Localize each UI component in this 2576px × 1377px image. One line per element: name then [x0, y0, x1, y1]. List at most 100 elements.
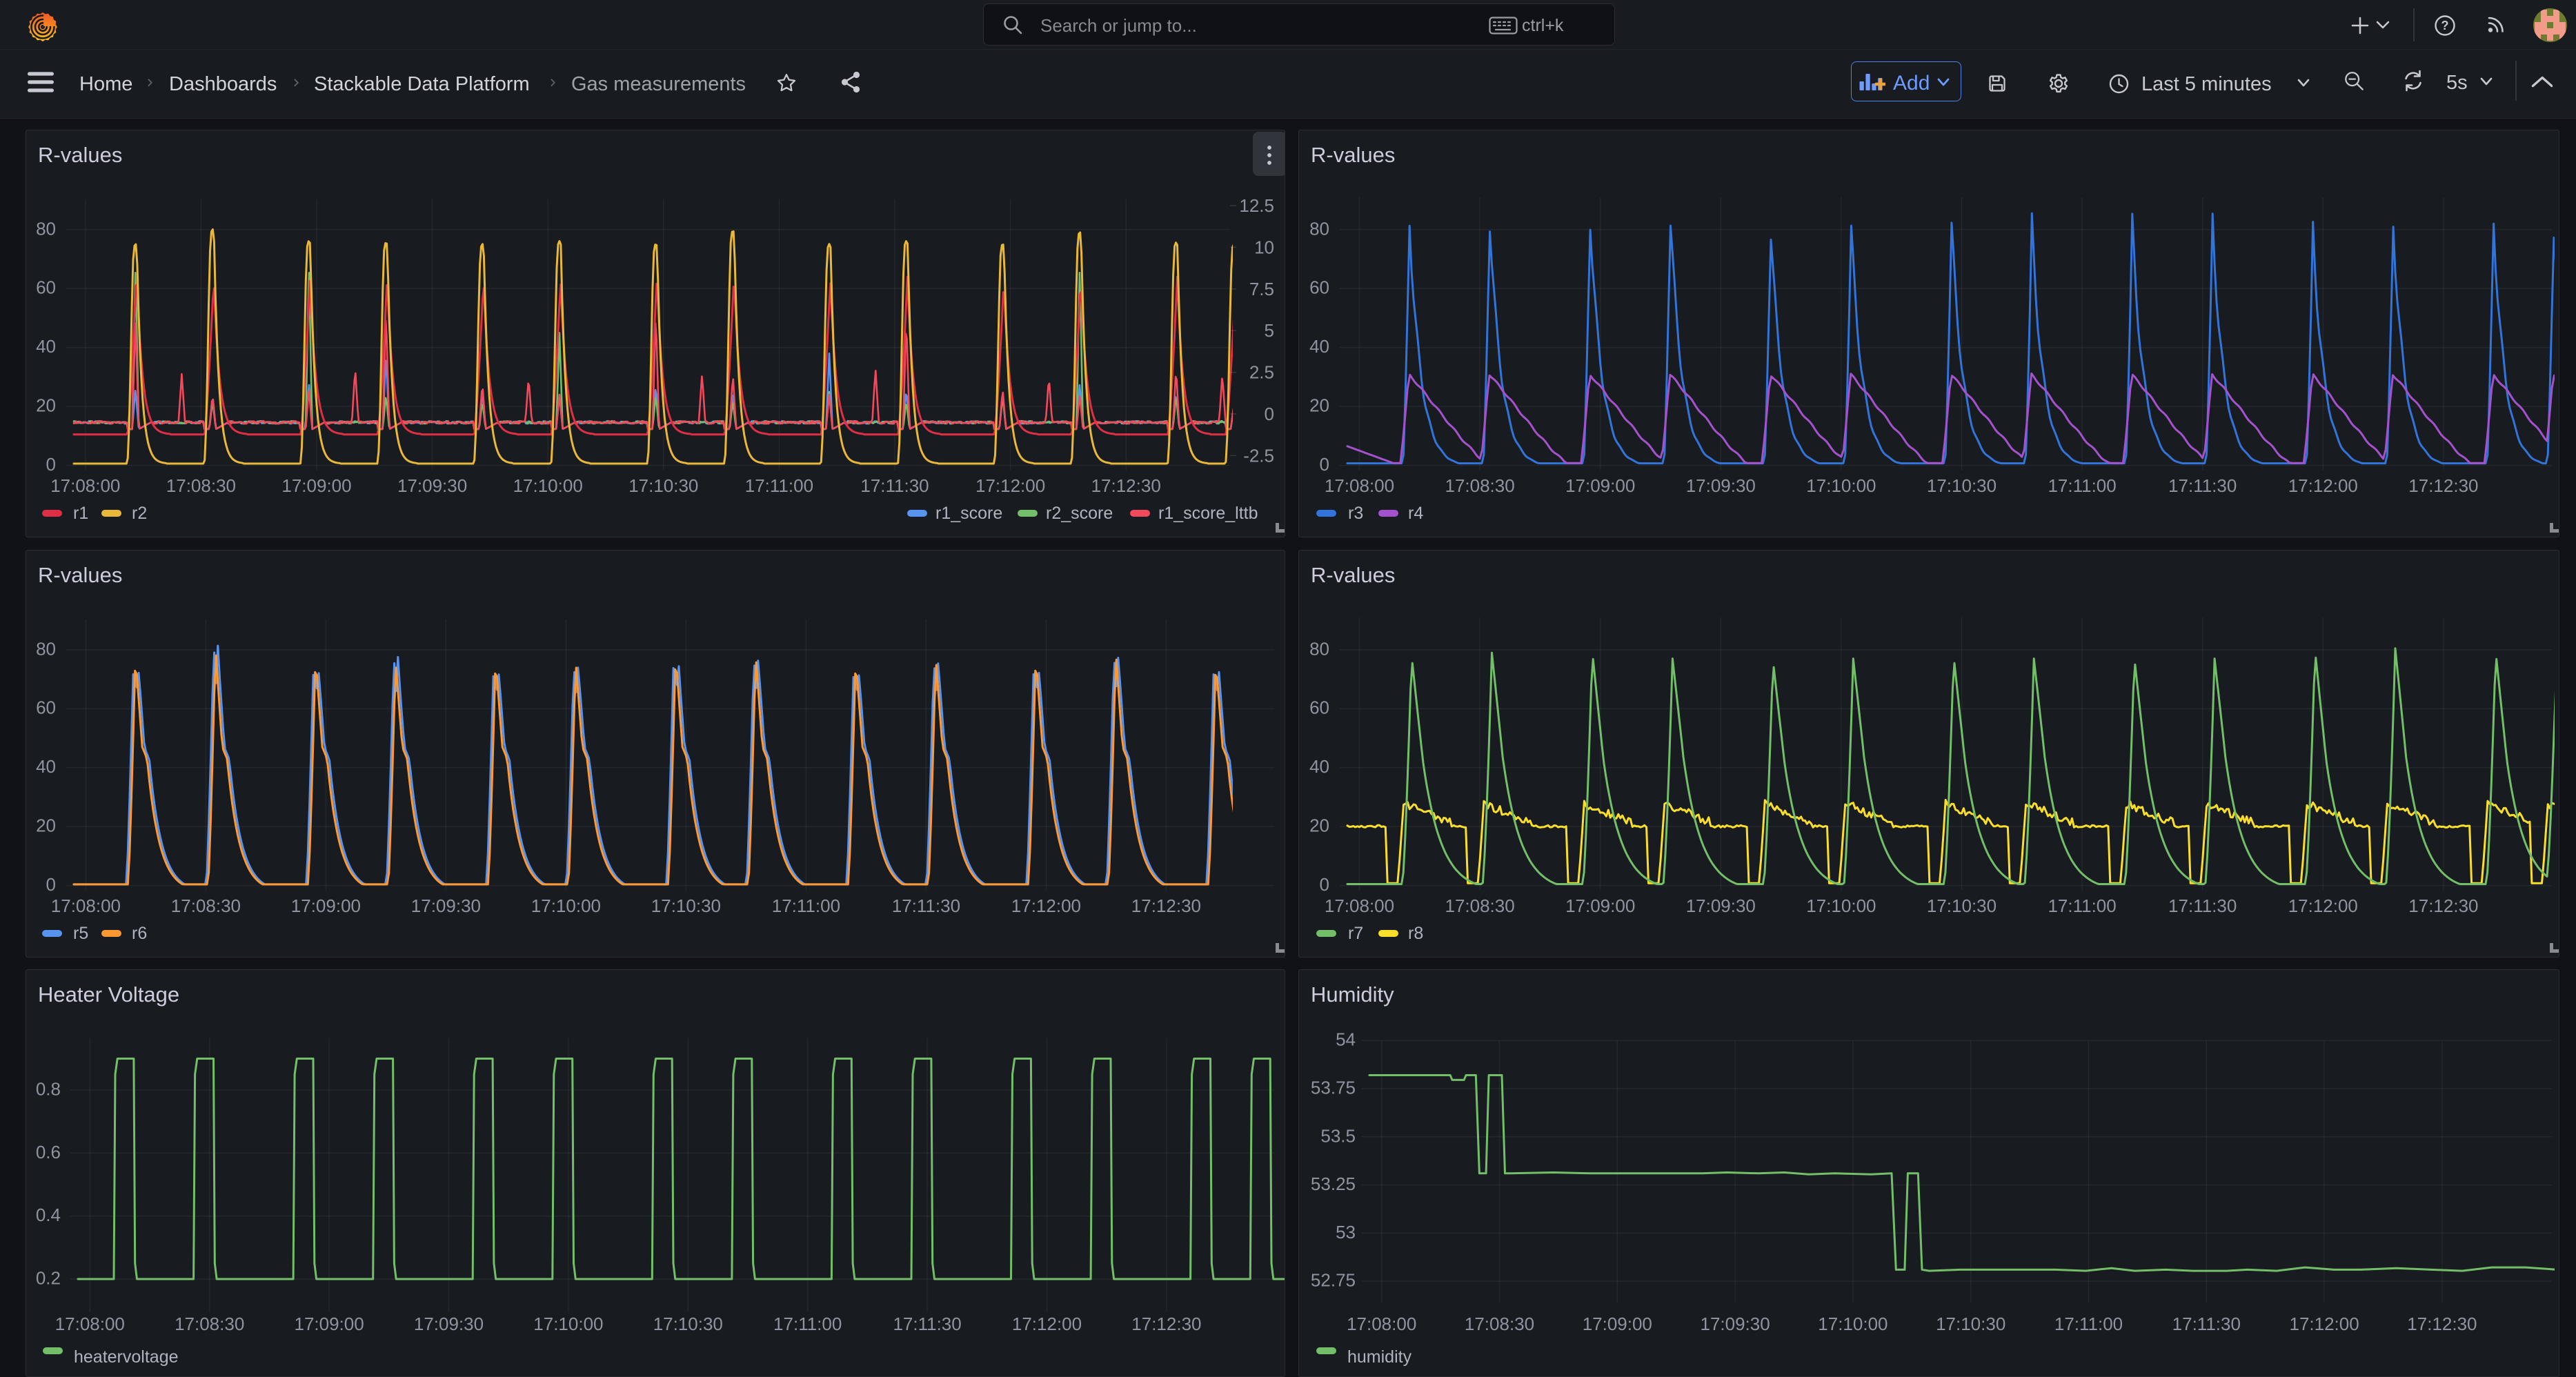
svg-text:17:10:00: 17:10:00: [1806, 895, 1876, 916]
svg-text:r6: r6: [132, 924, 147, 943]
svg-text:R-values: R-values: [38, 143, 122, 167]
svg-text:80: 80: [36, 638, 56, 659]
svg-text:17:09:00: 17:09:00: [1583, 1314, 1652, 1334]
svg-text:17:08:00: 17:08:00: [50, 475, 120, 496]
svg-text:Heater Voltage: Heater Voltage: [38, 982, 179, 1007]
svg-text:17:09:00: 17:09:00: [281, 475, 351, 496]
svg-text:53.75: 53.75: [1311, 1078, 1356, 1098]
svg-text:53: 53: [1336, 1222, 1356, 1242]
svg-text:0: 0: [1265, 404, 1274, 424]
svg-text:52.75: 52.75: [1311, 1270, 1356, 1291]
svg-text:r1_score: r1_score: [935, 504, 1002, 523]
svg-text:0.2: 0.2: [36, 1268, 61, 1289]
svg-text:0.6: 0.6: [36, 1142, 61, 1162]
svg-text:17:11:00: 17:11:00: [745, 475, 813, 496]
svg-text:2.5: 2.5: [1249, 362, 1274, 383]
svg-text:17:12:00: 17:12:00: [975, 475, 1045, 496]
svg-text:17:11:30: 17:11:30: [893, 1314, 961, 1334]
svg-text:17:08:00: 17:08:00: [51, 895, 121, 916]
svg-text:Humidity: Humidity: [1311, 982, 1394, 1007]
svg-text:17:12:00: 17:12:00: [2288, 475, 2358, 496]
svg-text:17:11:30: 17:11:30: [860, 475, 929, 496]
svg-text:17:10:30: 17:10:30: [1936, 1314, 2005, 1334]
svg-text:17:08:30: 17:08:30: [175, 1314, 244, 1334]
svg-text:80: 80: [1309, 638, 1329, 659]
svg-text:r4: r4: [1408, 504, 1423, 523]
svg-text:17:08:00: 17:08:00: [1325, 475, 1394, 496]
svg-text:0.4: 0.4: [36, 1205, 61, 1225]
svg-text:12.5: 12.5: [1239, 195, 1274, 216]
svg-text:17:12:30: 17:12:30: [1091, 475, 1161, 496]
svg-text:r5: r5: [73, 924, 88, 943]
svg-text:17:11:00: 17:11:00: [772, 895, 840, 916]
svg-text:10: 10: [1254, 237, 1274, 257]
svg-text:17:10:30: 17:10:30: [1927, 475, 1997, 496]
svg-text:r2: r2: [132, 504, 147, 523]
svg-text:?: ?: [2441, 19, 2449, 32]
svg-text:r3: r3: [1348, 504, 1363, 523]
svg-text:17:10:00: 17:10:00: [1806, 475, 1876, 496]
svg-text:17:08:30: 17:08:30: [166, 475, 236, 496]
svg-text:53.5: 53.5: [1320, 1125, 1356, 1146]
svg-text:17:09:00: 17:09:00: [291, 895, 361, 916]
svg-text:80: 80: [1309, 218, 1329, 239]
svg-text:17:11:00: 17:11:00: [2048, 475, 2116, 496]
svg-text:-2.5: -2.5: [1243, 445, 1274, 466]
svg-text:0: 0: [1320, 874, 1329, 895]
svg-text:17:10:00: 17:10:00: [533, 1314, 603, 1334]
svg-text:17:08:00: 17:08:00: [1347, 1314, 1416, 1334]
svg-text:17:09:30: 17:09:30: [1700, 1314, 1770, 1334]
svg-text:17:09:00: 17:09:00: [294, 1314, 364, 1334]
svg-text:17:09:30: 17:09:30: [411, 895, 481, 916]
svg-text:R-values: R-values: [1311, 143, 1395, 167]
svg-text:60: 60: [36, 697, 56, 718]
svg-text:17:12:30: 17:12:30: [1131, 895, 1201, 916]
svg-text:17:11:30: 17:11:30: [2172, 1314, 2241, 1334]
svg-text:53.25: 53.25: [1311, 1173, 1356, 1194]
svg-text:7.5: 7.5: [1249, 279, 1274, 299]
svg-text:17:10:00: 17:10:00: [1818, 1314, 1888, 1334]
svg-text:17:12:00: 17:12:00: [1012, 1314, 1082, 1334]
svg-text:20: 20: [1309, 395, 1329, 416]
svg-text:17:12:30: 17:12:30: [2408, 895, 2478, 916]
svg-text:17:09:30: 17:09:30: [397, 475, 467, 496]
svg-text:54: 54: [1336, 1029, 1356, 1050]
svg-text:17:12:30: 17:12:30: [2408, 475, 2478, 496]
svg-text:17:10:30: 17:10:30: [1927, 895, 1997, 916]
svg-text:17:09:00: 17:09:00: [1565, 895, 1635, 916]
svg-text:r8: r8: [1408, 924, 1423, 943]
svg-text:40: 40: [1309, 756, 1329, 777]
svg-text:17:09:30: 17:09:30: [414, 1314, 484, 1334]
svg-text:17:11:30: 17:11:30: [2168, 895, 2237, 916]
svg-text:17:10:30: 17:10:30: [653, 1314, 723, 1334]
svg-text:R-values: R-values: [1311, 563, 1395, 587]
svg-text:17:12:30: 17:12:30: [1131, 1314, 1201, 1334]
svg-text:17:09:00: 17:09:00: [1565, 475, 1635, 496]
svg-text:17:10:00: 17:10:00: [531, 895, 601, 916]
svg-text:17:08:30: 17:08:30: [1445, 475, 1514, 496]
svg-text:17:09:30: 17:09:30: [1686, 475, 1756, 496]
svg-text:20: 20: [36, 395, 56, 416]
svg-text:0.8: 0.8: [36, 1079, 61, 1100]
svg-text:17:12:00: 17:12:00: [1011, 895, 1081, 916]
svg-text:17:08:00: 17:08:00: [55, 1314, 125, 1334]
svg-text:17:10:30: 17:10:30: [628, 475, 698, 496]
svg-text:40: 40: [1309, 336, 1329, 357]
svg-text:17:08:30: 17:08:30: [171, 895, 241, 916]
svg-text:17:11:00: 17:11:00: [773, 1314, 842, 1334]
svg-text:17:10:30: 17:10:30: [651, 895, 721, 916]
svg-text:17:10:00: 17:10:00: [513, 475, 583, 496]
svg-text:0: 0: [46, 874, 56, 895]
svg-text:r1_score_lttb: r1_score_lttb: [1158, 504, 1258, 523]
svg-text:40: 40: [36, 336, 56, 357]
svg-text:17:11:30: 17:11:30: [2168, 475, 2237, 496]
svg-text:humidity: humidity: [1347, 1347, 1412, 1367]
svg-text:20: 20: [1309, 815, 1329, 836]
svg-text:17:08:30: 17:08:30: [1465, 1314, 1534, 1334]
svg-text:40: 40: [36, 756, 56, 777]
svg-text:0: 0: [1320, 454, 1329, 475]
svg-text:17:11:30: 17:11:30: [892, 895, 960, 916]
svg-text:17:11:00: 17:11:00: [2054, 1314, 2123, 1334]
svg-text:17:12:00: 17:12:00: [2289, 1314, 2359, 1334]
svg-text:60: 60: [1309, 277, 1329, 298]
